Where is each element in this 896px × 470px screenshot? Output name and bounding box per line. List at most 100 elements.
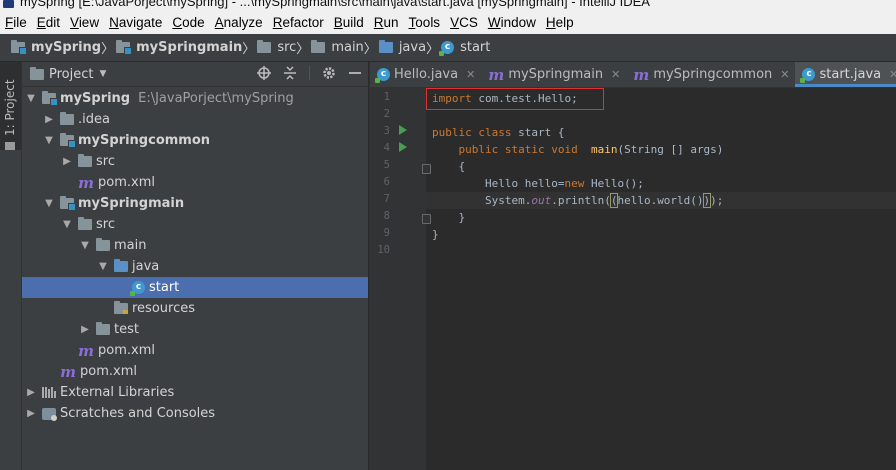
collapse-arrow-icon[interactable]: ▶ bbox=[43, 114, 55, 125]
tree-item-common-pom[interactable]: m pom.xml bbox=[22, 172, 368, 193]
menu-refactor[interactable]: Refactor bbox=[268, 15, 329, 30]
class-icon: c bbox=[375, 68, 390, 83]
intellij-logo-icon bbox=[3, 0, 14, 8]
source-folder-icon bbox=[378, 40, 393, 53]
breadcrumb-item-start[interactable]: c start bbox=[439, 40, 490, 56]
menu-help[interactable]: Help bbox=[541, 15, 579, 30]
breadcrumb-item-myspringmain[interactable]: mySpringmain bbox=[114, 40, 242, 55]
tree-item-main[interactable]: ▼ main bbox=[22, 235, 368, 256]
maven-icon: m bbox=[633, 65, 650, 84]
code-line-6: Hello hello=new Hello(); bbox=[432, 177, 644, 190]
tree-item-main-src[interactable]: ▼ src bbox=[22, 214, 368, 235]
project-panel-title[interactable]: Project bbox=[49, 67, 93, 82]
breadcrumb: mySpring 〉 mySpringmain 〉 src 〉 main 〉 j… bbox=[0, 34, 896, 62]
expand-arrow-icon[interactable]: ▼ bbox=[25, 93, 37, 104]
collapse-arrow-icon[interactable]: ▶ bbox=[61, 156, 73, 167]
close-icon[interactable]: ✕ bbox=[611, 68, 620, 81]
folder-icon bbox=[311, 40, 326, 53]
expand-arrow-icon[interactable]: ▼ bbox=[97, 261, 109, 272]
tree-item-myspringmain[interactable]: ▼ mySpringmain bbox=[22, 193, 368, 214]
hide-panel-icon[interactable] bbox=[348, 66, 362, 80]
tab-myspringmain[interactable]: m mySpringmain ✕ bbox=[481, 62, 626, 87]
collapse-arrow-icon[interactable]: ▶ bbox=[79, 324, 91, 335]
line-number: 10 bbox=[377, 244, 390, 256]
breadcrumb-item-main[interactable]: main bbox=[309, 40, 364, 55]
tree-item-main-pom[interactable]: m pom.xml bbox=[22, 340, 368, 361]
code-area[interactable]: import com.test.Hello; public class star… bbox=[426, 87, 896, 470]
editor-tabs: c Hello.java ✕ m mySpringmain ✕ m mySpri… bbox=[370, 62, 896, 88]
maven-icon: m bbox=[78, 173, 94, 192]
breadcrumb-item-myspring[interactable]: mySpring bbox=[9, 40, 101, 55]
collapse-arrow-icon[interactable]: ▶ bbox=[25, 408, 37, 419]
menu-tools[interactable]: Tools bbox=[404, 15, 446, 30]
chevron-right-icon: 〉 bbox=[426, 42, 440, 57]
line-number: 9 bbox=[383, 227, 390, 239]
run-class-icon[interactable] bbox=[399, 125, 407, 135]
close-icon[interactable]: ✕ bbox=[466, 68, 475, 81]
line-number: 8 bbox=[383, 210, 390, 222]
menu-window[interactable]: Window bbox=[483, 15, 541, 30]
tab-start-java[interactable]: c start.java ✕ bbox=[795, 62, 896, 87]
tab-hello-java[interactable]: c Hello.java ✕ bbox=[370, 62, 481, 87]
code-line-9: } bbox=[432, 228, 439, 241]
tree-item-scratches[interactable]: ▶ Scratches and Consoles bbox=[22, 403, 368, 424]
tree-item-root-pom[interactable]: m pom.xml bbox=[22, 361, 368, 382]
fold-marker-icon[interactable] bbox=[422, 214, 431, 224]
tree-item-common-src[interactable]: ▶ src bbox=[22, 151, 368, 172]
library-icon bbox=[42, 387, 56, 398]
run-main-icon[interactable] bbox=[399, 142, 407, 152]
project-tool-tab[interactable]: 1: Project bbox=[0, 62, 21, 150]
collapse-all-icon[interactable] bbox=[283, 66, 297, 80]
project-panel: Project ▼ ▼ mySpring E:\JavaPorject\mySp… bbox=[22, 62, 368, 470]
resources-folder-icon bbox=[114, 301, 128, 314]
maven-icon: m bbox=[488, 65, 505, 84]
expand-arrow-icon[interactable]: ▼ bbox=[79, 240, 91, 251]
expand-arrow-icon[interactable]: ▼ bbox=[61, 219, 73, 230]
line-number: 7 bbox=[383, 193, 390, 205]
menu-analyze[interactable]: Analyze bbox=[210, 15, 268, 30]
module-folder-icon bbox=[60, 133, 76, 148]
tab-myspringcommon[interactable]: m mySpringcommon ✕ bbox=[626, 62, 795, 87]
class-icon: c bbox=[800, 68, 816, 83]
expand-arrow-icon[interactable]: ▼ bbox=[43, 198, 55, 209]
line-number: 6 bbox=[383, 176, 390, 188]
menu-navigate[interactable]: Navigate bbox=[104, 15, 167, 30]
menu-edit[interactable]: Edit bbox=[32, 15, 65, 30]
menu-vcs[interactable]: VCS bbox=[445, 15, 483, 30]
locate-file-icon[interactable] bbox=[257, 66, 271, 80]
menu-view[interactable]: View bbox=[65, 15, 104, 30]
fold-marker-icon[interactable] bbox=[422, 164, 431, 174]
tree-item-idea[interactable]: ▶ .idea bbox=[22, 109, 368, 130]
tree-item-resources[interactable]: resources bbox=[22, 298, 368, 319]
title-bar: mySpring [E:\JavaPorject\mySpring] - ...… bbox=[0, 0, 896, 10]
tree-item-myspring[interactable]: ▼ mySpring E:\JavaPorject\mySpring bbox=[22, 88, 368, 109]
folder-icon bbox=[96, 238, 110, 251]
line-number: 2 bbox=[383, 108, 390, 120]
breadcrumb-item-src[interactable]: src bbox=[255, 40, 296, 55]
scratches-icon bbox=[42, 407, 57, 421]
menu-code[interactable]: Code bbox=[167, 15, 209, 30]
tree-item-external-libraries[interactable]: ▶ External Libraries bbox=[22, 382, 368, 403]
menu-build[interactable]: Build bbox=[329, 15, 369, 30]
chevron-down-icon[interactable]: ▼ bbox=[99, 69, 106, 79]
source-folder-icon bbox=[114, 259, 128, 272]
tree-item-start[interactable]: c start bbox=[22, 277, 368, 298]
project-tool-tab-label: 1: Project bbox=[3, 79, 17, 136]
project-icon bbox=[30, 66, 44, 80]
menu-run[interactable]: Run bbox=[369, 15, 404, 30]
tool-window-strip: 1: Project bbox=[0, 62, 22, 470]
close-icon[interactable]: ✕ bbox=[889, 68, 896, 81]
collapse-arrow-icon[interactable]: ▶ bbox=[25, 387, 37, 398]
close-icon[interactable]: ✕ bbox=[780, 68, 789, 81]
tree-item-myspringcommon[interactable]: ▼ mySpringcommon bbox=[22, 130, 368, 151]
panel-toolbar bbox=[257, 66, 362, 80]
chevron-right-icon: 〉 bbox=[296, 42, 310, 57]
tree-item-test[interactable]: ▶ test bbox=[22, 319, 368, 340]
menu-file[interactable]: File bbox=[0, 15, 32, 30]
expand-arrow-icon[interactable]: ▼ bbox=[43, 135, 55, 146]
module-folder-icon bbox=[60, 196, 76, 211]
tree-item-java[interactable]: ▼ java bbox=[22, 256, 368, 277]
breadcrumb-item-java[interactable]: java bbox=[377, 40, 426, 55]
gear-icon[interactable] bbox=[322, 66, 336, 80]
code-line-8: } bbox=[432, 211, 466, 224]
